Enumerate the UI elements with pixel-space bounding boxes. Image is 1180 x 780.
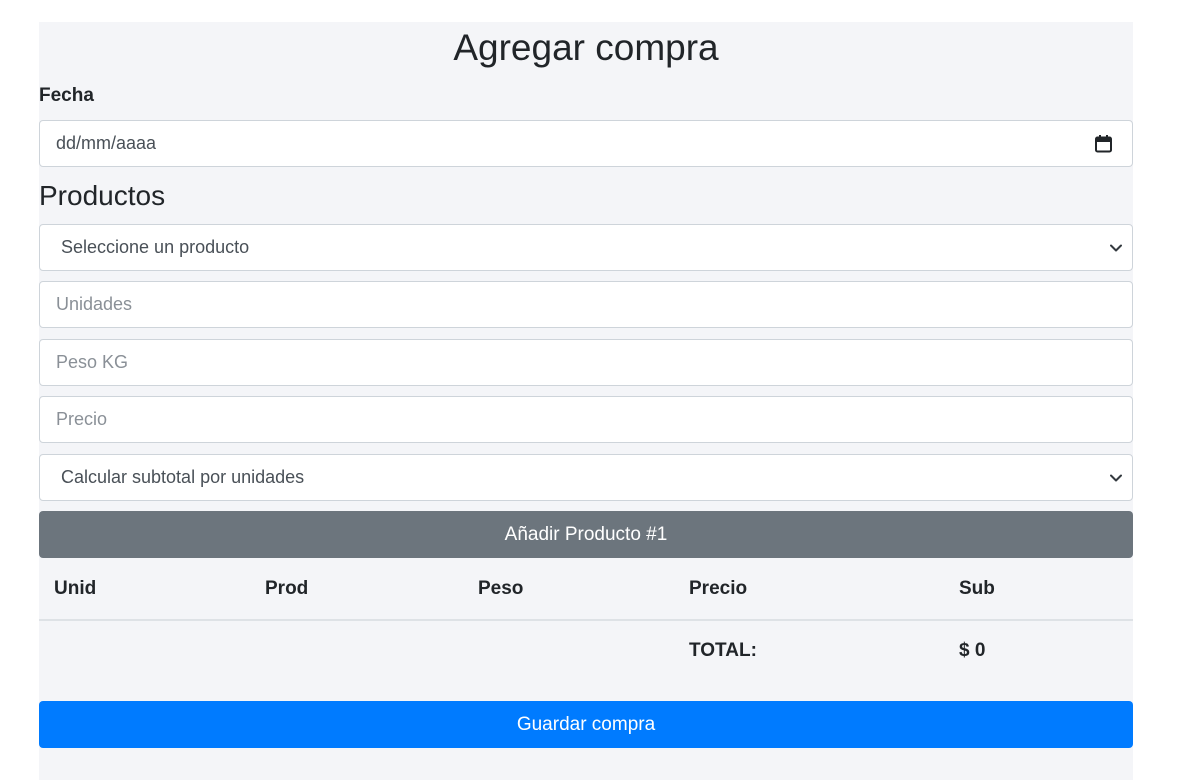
weight-input[interactable]: Peso KG xyxy=(39,339,1133,386)
column-header-weight: Peso xyxy=(478,578,524,599)
weight-placeholder: Peso KG xyxy=(56,352,129,372)
add-product-button[interactable]: Añadir Producto #1 xyxy=(39,511,1133,558)
column-header-price: Precio xyxy=(689,578,748,599)
product-select[interactable]: Seleccione un producto xyxy=(39,224,1133,271)
table-divider xyxy=(39,619,1133,621)
date-placeholder: dd/mm/aaaa xyxy=(56,133,157,153)
product-select-value: Seleccione un producto xyxy=(61,237,250,257)
price-input[interactable]: Precio xyxy=(39,396,1133,443)
column-header-product: Prod xyxy=(265,578,309,599)
units-input[interactable]: Unidades xyxy=(39,281,1133,328)
purchase-form-panel: Agregar compra Fecha dd/mm/aaaa Producto… xyxy=(39,22,1133,780)
products-section-title: Productos xyxy=(39,180,166,211)
chevron-down-icon xyxy=(1110,244,1122,251)
date-input[interactable]: dd/mm/aaaa xyxy=(39,120,1133,167)
total-label: TOTAL: xyxy=(689,640,757,661)
price-placeholder: Precio xyxy=(56,409,108,429)
units-placeholder: Unidades xyxy=(56,294,133,314)
save-purchase-button[interactable]: Guardar compra xyxy=(39,701,1133,748)
page-title: Agregar compra xyxy=(453,27,719,68)
calculation-mode-value: Calcular subtotal por unidades xyxy=(61,467,305,487)
calculation-mode-select[interactable]: Calcular subtotal por unidades xyxy=(39,454,1133,501)
total-value: $ 0 xyxy=(959,640,986,661)
chevron-down-icon xyxy=(1110,474,1122,481)
column-header-units: Unid xyxy=(54,578,97,599)
calendar-icon[interactable] xyxy=(1095,134,1112,153)
date-label: Fecha xyxy=(39,85,94,106)
column-header-subtotal: Sub xyxy=(959,578,995,599)
